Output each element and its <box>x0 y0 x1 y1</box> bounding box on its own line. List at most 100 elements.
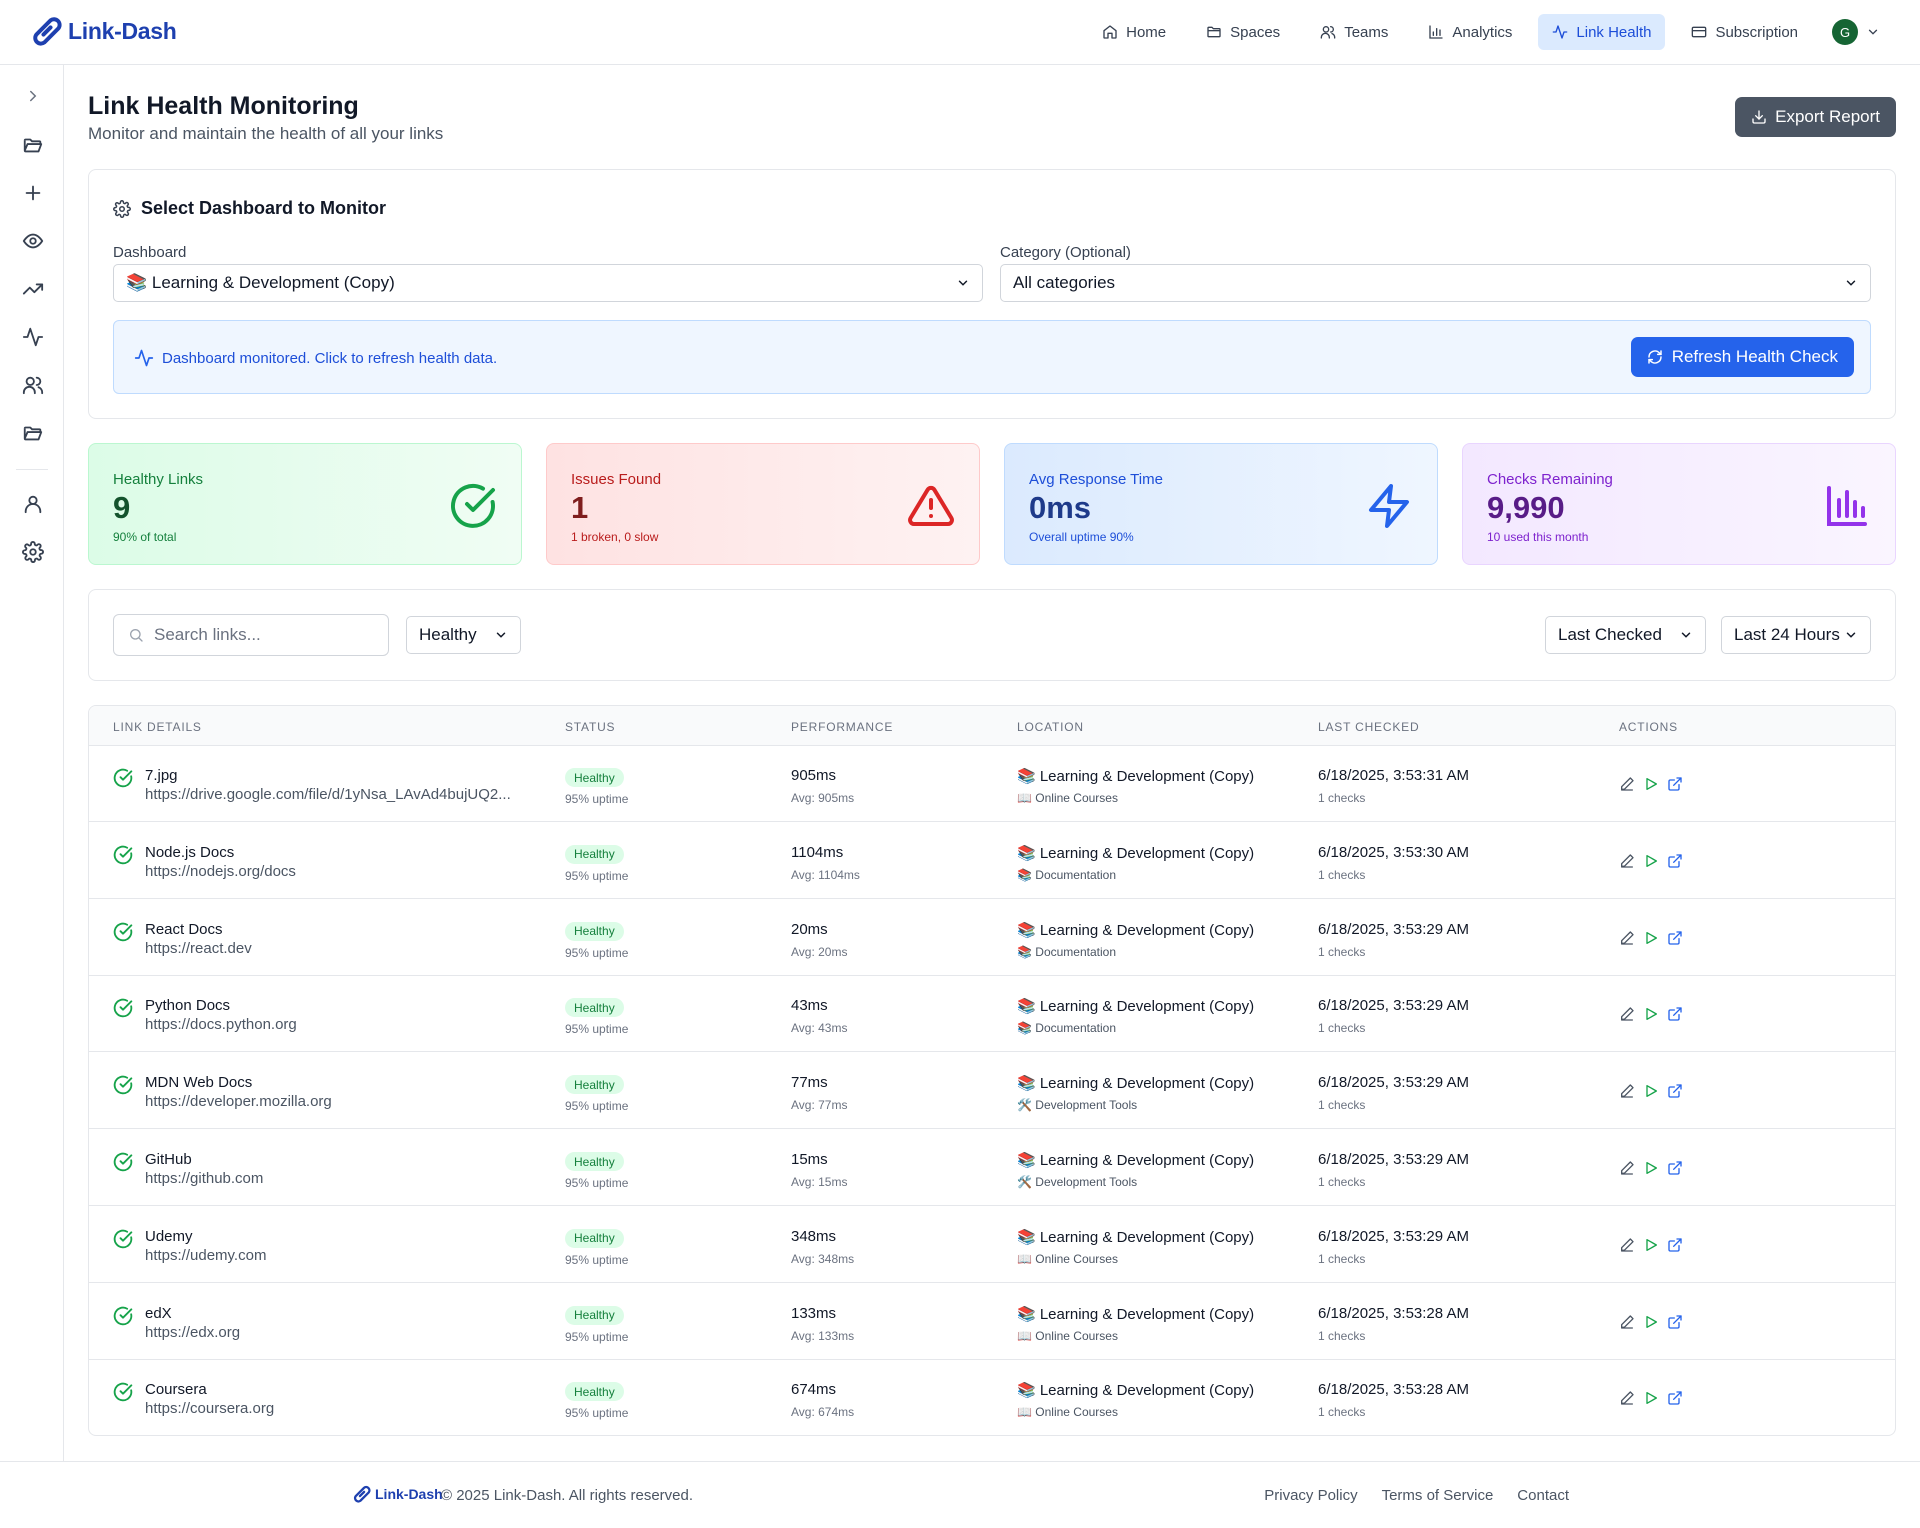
link-url[interactable]: https://docs.python.org <box>145 1016 297 1033</box>
export-report-button[interactable]: Export Report <box>1735 97 1896 137</box>
last-checked-time: 6/18/2025, 3:53:29 AM <box>1318 1227 1469 1245</box>
activity-icon[interactable] <box>22 326 44 348</box>
status-filter-select[interactable]: Healthy <box>406 616 521 654</box>
dashboard-select[interactable]: 📚 Learning & Development (Copy) <box>113 264 983 302</box>
privacy-policy-link[interactable]: Privacy Policy <box>1264 1487 1357 1504</box>
edit-icon[interactable] <box>1619 1390 1635 1406</box>
location-dashboard: 📚 Learning & Development (Copy) <box>1017 998 1255 1016</box>
play-icon[interactable] <box>1643 1314 1659 1330</box>
settings-icon[interactable] <box>22 541 44 563</box>
external-link-icon[interactable] <box>1667 1314 1683 1330</box>
users-icon[interactable] <box>22 374 44 396</box>
avg-response-card: Avg Response Time 0ms Overall uptime 90% <box>1004 443 1438 565</box>
nav-home[interactable]: Home <box>1088 14 1180 50</box>
play-icon[interactable] <box>1643 1006 1659 1022</box>
edit-icon[interactable] <box>1619 853 1635 869</box>
check-count: 1 checks <box>1318 1021 1366 1036</box>
trending-up-icon[interactable] <box>22 278 44 300</box>
external-link-icon[interactable] <box>1667 1390 1683 1406</box>
table-header: LINK DETAILS STATUS PERFORMANCE LOCATION… <box>89 706 1895 746</box>
category-select[interactable]: All categories <box>1000 264 1871 302</box>
external-link-icon[interactable] <box>1667 1083 1683 1099</box>
edit-icon[interactable] <box>1619 1006 1635 1022</box>
top-navbar: Link-Dash Home Spaces Teams Analytics Li… <box>0 0 1920 65</box>
sort-value: Last Checked <box>1558 625 1662 644</box>
link-url[interactable]: https://edx.org <box>145 1324 240 1341</box>
location-dashboard: 📚 Learning & Development (Copy) <box>1017 768 1255 785</box>
footer-brand[interactable]: Link-Dash <box>352 1484 443 1504</box>
external-link-icon[interactable] <box>1667 1160 1683 1176</box>
external-link-icon[interactable] <box>1667 1237 1683 1253</box>
edit-icon[interactable] <box>1619 776 1635 792</box>
folder-open-icon[interactable] <box>22 134 44 156</box>
refresh-health-check-button[interactable]: Refresh Health Check <box>1630 337 1854 377</box>
uptime-text: 95% uptime <box>565 1176 629 1190</box>
stat-label: Issues Found <box>571 471 662 488</box>
contact-link[interactable]: Contact <box>1517 1487 1569 1504</box>
link-url[interactable]: https://developer.mozilla.org <box>145 1093 332 1110</box>
avg-response-time: Avg: 43ms <box>791 1021 848 1036</box>
link-url[interactable]: https://react.dev <box>145 940 252 957</box>
table-row: MDN Web Docs https://developer.mozilla.o… <box>89 1053 1895 1130</box>
edit-icon[interactable] <box>1619 1083 1635 1099</box>
play-icon[interactable] <box>1643 1390 1659 1406</box>
avg-response-time: Avg: 905ms <box>791 791 855 805</box>
play-icon[interactable] <box>1643 853 1659 869</box>
nav-spaces[interactable]: Spaces <box>1192 14 1294 50</box>
brand-logo[interactable]: Link-Dash <box>30 14 177 48</box>
link-url[interactable]: https://github.com <box>145 1170 263 1187</box>
user-menu[interactable]: G <box>1832 19 1880 45</box>
check-count: 1 checks <box>1318 867 1366 882</box>
external-link-icon[interactable] <box>1667 776 1683 792</box>
edit-icon[interactable] <box>1619 1237 1635 1253</box>
chevron-right-icon[interactable] <box>24 87 42 105</box>
link-name: React Docs <box>145 920 223 938</box>
link-url[interactable]: https://nodejs.org/docs <box>145 863 296 880</box>
edit-icon[interactable] <box>1619 1160 1635 1176</box>
category-label: Category (Optional) <box>1000 244 1131 261</box>
uptime-text: 95% uptime <box>565 792 629 806</box>
edit-icon[interactable] <box>1619 1314 1635 1330</box>
link-logo-icon <box>353 1485 371 1503</box>
alert-triangle-icon <box>908 485 954 526</box>
link-url[interactable]: https://coursera.org <box>145 1400 274 1417</box>
filter-bar: Search links... Healthy Last Checked Las… <box>88 589 1896 681</box>
search-input[interactable]: Search links... <box>113 614 389 656</box>
nav-subscription[interactable]: Subscription <box>1677 14 1812 50</box>
chevron-down-icon <box>1868 29 1878 35</box>
time-range-select[interactable]: Last 24 Hours <box>1721 616 1871 654</box>
terms-of-service-link[interactable]: Terms of Service <box>1382 1487 1494 1504</box>
link-url[interactable]: https://udemy.com <box>145 1247 266 1264</box>
external-link-icon[interactable] <box>1667 1006 1683 1022</box>
table-row: Python Docs https://docs.python.org Heal… <box>89 976 1895 1053</box>
last-checked-time: 6/18/2025, 3:53:28 AM <box>1318 1304 1469 1322</box>
play-icon[interactable] <box>1643 1083 1659 1099</box>
external-link-icon[interactable] <box>1667 853 1683 869</box>
plus-icon[interactable] <box>22 182 44 204</box>
selector-title-text: Select Dashboard to Monitor <box>141 198 387 218</box>
stat-subtext: 90% of total <box>113 530 177 544</box>
status-filter-value: Healthy <box>419 625 477 644</box>
link-url[interactable]: https://drive.google.com/file/d/1yNsa_LA… <box>145 786 511 803</box>
response-time: 1104ms <box>791 843 844 861</box>
nav-teams[interactable]: Teams <box>1306 14 1402 50</box>
check-count: 1 checks <box>1318 944 1366 959</box>
check-circle-icon <box>113 1229 133 1248</box>
response-time: 77ms <box>791 1074 828 1092</box>
eye-icon[interactable] <box>22 230 44 252</box>
folder-open-icon[interactable] <box>22 422 44 444</box>
search-icon <box>130 629 143 642</box>
play-icon[interactable] <box>1643 930 1659 946</box>
external-link-icon[interactable] <box>1667 930 1683 946</box>
play-icon[interactable] <box>1643 1160 1659 1176</box>
edit-icon[interactable] <box>1619 930 1635 946</box>
response-time: 43ms <box>791 997 828 1015</box>
nav-link-health[interactable]: Link Health <box>1538 14 1666 50</box>
check-circle-icon <box>113 845 133 864</box>
play-icon[interactable] <box>1643 776 1659 792</box>
user-icon[interactable] <box>22 493 44 515</box>
nav-analytics[interactable]: Analytics <box>1414 14 1526 50</box>
play-icon[interactable] <box>1643 1237 1659 1253</box>
sort-select[interactable]: Last Checked <box>1545 616 1706 654</box>
nav-link-health-label: Link Health <box>1576 23 1652 41</box>
